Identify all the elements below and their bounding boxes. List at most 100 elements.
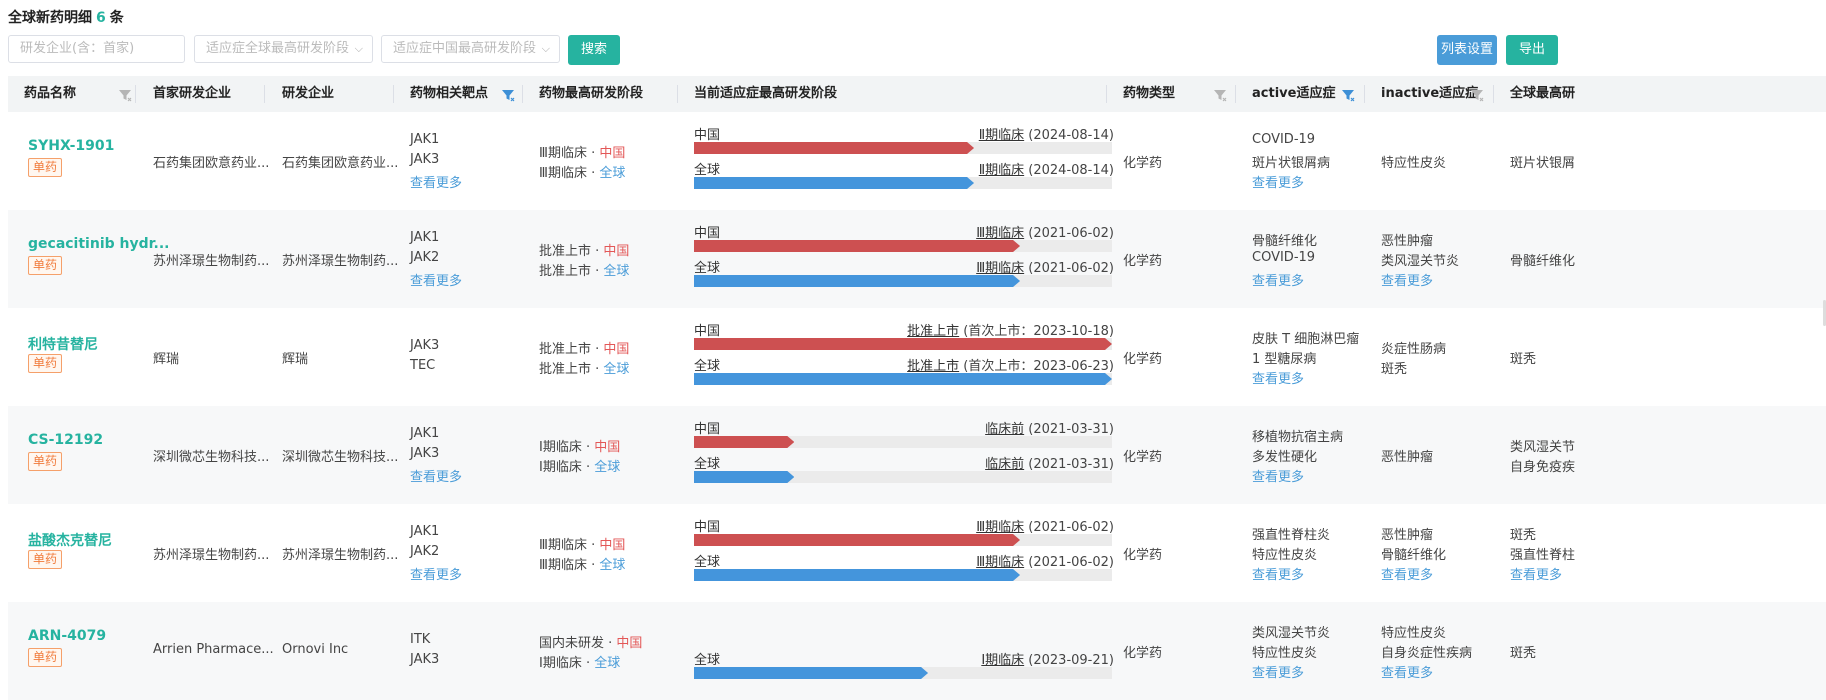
table-row[interactable]: SYHX-1901 单药 石药集团欧意药业... 石药集团欧意药业... JAK1 JAK…	[8, 112, 1826, 210]
view-more-link[interactable]: 查看更多	[1381, 270, 1433, 289]
region-label: 全球	[694, 653, 721, 668]
export-button[interactable]: 导出	[1506, 35, 1558, 65]
stage-link[interactable]: Ⅲ期临床	[976, 520, 1024, 535]
column-divider[interactable]	[1235, 85, 1236, 103]
column-header[interactable]: 当前适应症最高研发阶段	[694, 76, 837, 112]
column-divider[interactable]	[135, 85, 136, 103]
global-link[interactable]: 全球	[599, 558, 625, 573]
search-button[interactable]: 搜索	[568, 35, 620, 65]
china-stage-select[interactable]: 适应症中国最高研发阶段 ⌵	[381, 35, 560, 63]
view-more-link[interactable]: 查看更多	[1381, 662, 1433, 681]
column-header[interactable]: 药物类型	[1123, 76, 1175, 112]
column-header[interactable]: 药品名称	[24, 76, 76, 112]
column-divider[interactable]	[677, 85, 678, 103]
view-more-link[interactable]: 查看更多	[1252, 662, 1304, 681]
stage-link[interactable]: Ⅲ期临床	[976, 226, 1024, 241]
progress-track	[694, 471, 1112, 483]
view-more-link[interactable]: 查看更多	[410, 466, 462, 485]
column-header[interactable]: 全球最高研	[1510, 76, 1575, 112]
drug-name-link[interactable]: 盐酸杰克替尼	[28, 530, 112, 550]
view-more-link[interactable]: 查看更多	[1252, 466, 1304, 485]
column-header[interactable]: inactive适应症	[1381, 76, 1478, 112]
column-divider[interactable]	[264, 85, 265, 103]
global-max-text: 强直性脊柱	[1510, 548, 1576, 563]
view-more-link[interactable]: 查看更多	[1252, 270, 1304, 289]
china-link[interactable]: 中国	[603, 244, 629, 259]
view-more-link[interactable]: 查看更多	[1252, 368, 1304, 387]
column-header[interactable]: 药物相关靶点	[410, 76, 488, 112]
china-link[interactable]: 中国	[616, 636, 642, 651]
china-link[interactable]: 中国	[603, 342, 629, 357]
stage-date-text: 批准上市 (首次上市：2023-10-18)	[907, 320, 1114, 339]
global-stage-select[interactable]: 适应症全球最高研发阶段 ⌵	[194, 35, 373, 63]
stage-link[interactable]: Ⅲ期临床	[976, 555, 1024, 570]
column-header[interactable]: 研发企业	[282, 76, 334, 112]
filter-icon[interactable]	[1470, 88, 1484, 102]
stage-note: (2024-08-14)	[1028, 128, 1114, 143]
filter-icon[interactable]	[1213, 88, 1227, 102]
view-more-link[interactable]: 查看更多	[1510, 564, 1562, 583]
result-count: 6	[96, 10, 106, 26]
column-divider[interactable]	[1493, 85, 1494, 103]
table-row[interactable]: CS-12192 单药 深圳微芯生物科技... 深圳微芯生物科技... JAK1 JAK3…	[8, 406, 1826, 504]
column-divider[interactable]	[1106, 85, 1107, 103]
stage-link[interactable]: Ⅱ期临床	[979, 163, 1024, 178]
stage-link[interactable]: 临床前	[985, 422, 1024, 437]
china-link[interactable]: 中国	[599, 538, 625, 553]
drug-name-link[interactable]: CS-12192	[28, 432, 103, 448]
global-link[interactable]: 全球	[603, 362, 629, 377]
stage-global-text: 批准上市 · 全球	[539, 260, 629, 279]
drug-type-text: 化学药	[1123, 352, 1163, 367]
view-more-link[interactable]: 查看更多	[1252, 564, 1304, 583]
table-row[interactable]: gecacitinib hydr... 单药 苏州泽璟生物制药... 苏州泽璟生物制药…	[8, 210, 1826, 308]
china-link[interactable]: 中国	[594, 440, 620, 455]
global-link[interactable]: 全球	[594, 656, 620, 671]
table-row[interactable]: 盐酸杰克替尼 单药 苏州泽璟生物制药... 苏州泽璟生物制药... JAK1 JAK2 查看…	[8, 504, 1826, 602]
filter-icon[interactable]	[1341, 88, 1355, 102]
view-more-link[interactable]: 查看更多	[1381, 564, 1433, 583]
active-indication-text: 类风湿关节炎	[1252, 626, 1331, 641]
stage-global-text: Ⅰ期临床 · 全球	[539, 456, 620, 475]
stage-link[interactable]: 批准上市	[907, 359, 959, 374]
list-settings-button[interactable]: 列表设置	[1437, 35, 1497, 65]
column-header[interactable]: 药物最高研发阶段	[539, 76, 643, 112]
stage-link[interactable]: Ⅲ期临床	[976, 261, 1024, 276]
stage-note: (2021-03-31)	[1028, 457, 1114, 472]
view-more-link[interactable]: 查看更多	[1252, 172, 1304, 191]
stage-link[interactable]: Ⅰ期临床	[981, 653, 1024, 668]
column-header[interactable]: active适应症	[1252, 76, 1335, 112]
global-link[interactable]: 全球	[594, 460, 620, 475]
column-divider[interactable]	[522, 85, 523, 103]
column-divider[interactable]	[393, 85, 394, 103]
stage-link[interactable]: 临床前	[985, 457, 1024, 472]
column-divider[interactable]	[1364, 85, 1365, 103]
progress-fill	[694, 471, 794, 483]
column-header[interactable]: 首家研发企业	[153, 76, 231, 112]
inactive-indication-text: 恶性肿瘤	[1381, 450, 1434, 465]
stage-link[interactable]: 批准上市	[907, 324, 959, 339]
stage-value: 批准上市	[539, 244, 592, 259]
drug-name-link[interactable]: gecacitinib hydr...	[28, 236, 170, 252]
stage-link[interactable]: Ⅱ期临床	[979, 128, 1024, 143]
drug-name-link[interactable]: ARN-4079	[28, 628, 106, 644]
drug-name-link[interactable]: SYHX-1901	[28, 138, 114, 154]
company-filter-input[interactable]: 研发企业(含：首家)	[8, 35, 185, 63]
stage-china-text: 批准上市 · 中国	[539, 240, 629, 259]
global-link[interactable]: 全球	[599, 166, 625, 181]
stage-date-text: Ⅲ期临床 (2021-06-02)	[976, 516, 1114, 535]
view-more-link[interactable]: 查看更多	[410, 270, 462, 289]
target-text: JAK3	[410, 152, 440, 167]
drug-name-link[interactable]: 利特昔替尼	[28, 334, 98, 354]
view-more-link[interactable]: 查看更多	[410, 172, 462, 191]
table-row[interactable]: ARN-4079 单药 Arrien Pharmace... Ornovi Inc IT…	[8, 602, 1826, 700]
view-more-link[interactable]: 查看更多	[410, 564, 462, 583]
china-link[interactable]: 中国	[599, 146, 625, 161]
stage-date-text: Ⅱ期临床 (2024-08-14)	[979, 159, 1114, 178]
table-row[interactable]: 利特昔替尼 单药 辉瑞 辉瑞 JAK3 TEC 批准上市 · 中国 批准上市 · 全球 中国 批准…	[8, 308, 1826, 406]
region-label: 全球	[694, 163, 721, 178]
filter-icon[interactable]	[118, 88, 132, 102]
global-link[interactable]: 全球	[603, 264, 629, 279]
filter-icon[interactable]	[501, 88, 515, 102]
chevron-down-icon: ⌵	[541, 42, 550, 55]
company-text: 苏州泽璟生物制药...	[282, 254, 399, 269]
